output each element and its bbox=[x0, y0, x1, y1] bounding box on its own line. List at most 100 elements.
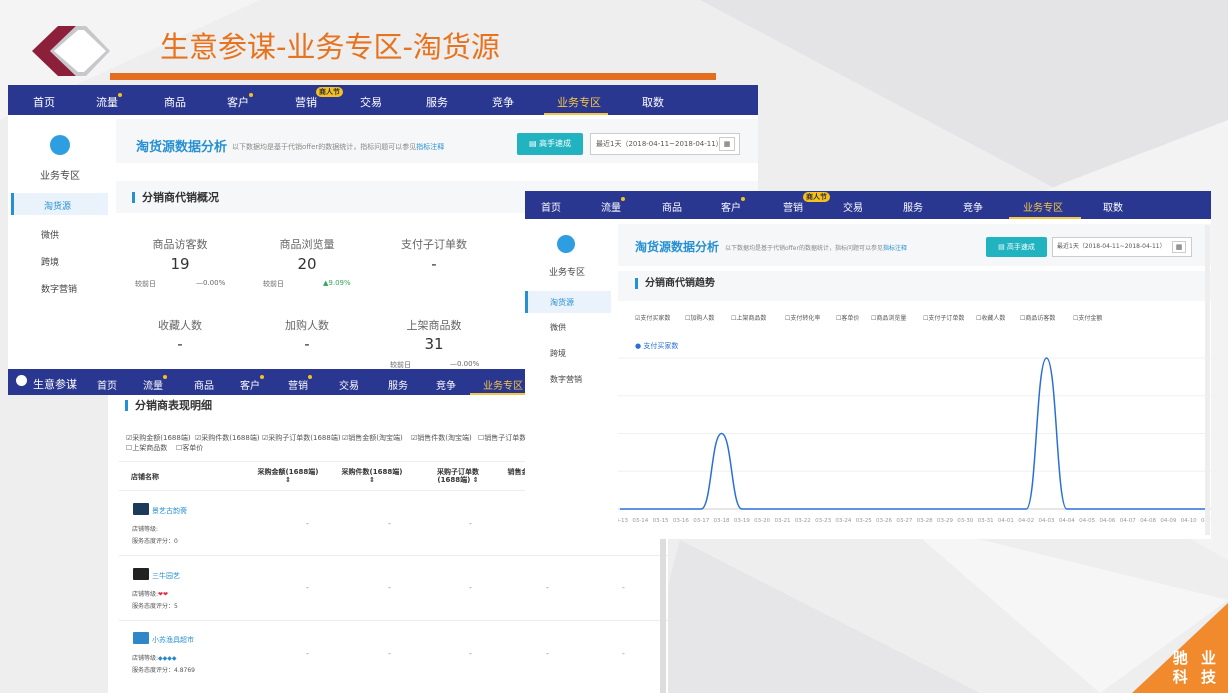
sidebar-item-crossborder[interactable]: 跨境 bbox=[550, 348, 566, 359]
kpi-label: 支付子订单数 bbox=[401, 238, 467, 251]
nav-item-traffic[interactable]: 流量 bbox=[96, 94, 118, 110]
date-range-picker[interactable]: 最近1天（2018-04-11~2018-04-11） bbox=[1052, 237, 1192, 257]
nav-item-goods[interactable]: 商品 bbox=[662, 199, 682, 214]
shop-level: 店铺等级: bbox=[132, 526, 159, 533]
nav-item-competition[interactable]: 竞争 bbox=[436, 377, 456, 392]
sidebar-item-weigong[interactable]: 微供 bbox=[550, 322, 566, 333]
sidebar-item-taohuoyuan[interactable]: 淘货源 bbox=[525, 291, 611, 313]
sidebar-item-digital[interactable]: 数字营销 bbox=[550, 374, 582, 385]
column-header-purchase-orders[interactable]: 采购子订单数(1688端) ⇕ bbox=[426, 468, 490, 484]
table-cell: - bbox=[546, 583, 549, 592]
nav-item-business[interactable]: 业务专区 bbox=[557, 94, 601, 110]
nav-item-trade[interactable]: 交易 bbox=[360, 94, 382, 110]
trend-metric-checkbox[interactable]: ☐商品浏览量 bbox=[871, 313, 906, 322]
trend-metric-checkbox[interactable]: ☐客单价 bbox=[836, 313, 859, 322]
x-tick-label: 03-20 bbox=[754, 518, 770, 524]
title-underline bbox=[110, 73, 716, 80]
nav-item-home[interactable]: 首页 bbox=[97, 377, 117, 392]
metric-checkbox[interactable]: ☑销售金额(淘宝端) bbox=[342, 433, 403, 443]
nav-item-home[interactable]: 首页 bbox=[541, 199, 561, 214]
metric-checkbox[interactable]: ☑销售件数(淘宝端) bbox=[411, 433, 472, 443]
nav-item-marketing[interactable]: 营销 bbox=[288, 377, 308, 392]
nav-item-customer[interactable]: 客户 bbox=[721, 199, 741, 214]
x-tick-label: 03-17 bbox=[693, 518, 709, 524]
sidebar: 业务专区 淘货源 微供 跨境 数字营销 bbox=[525, 219, 611, 539]
nav-item-goods[interactable]: 商品 bbox=[164, 94, 186, 110]
column-header-purchase-amount[interactable]: 采购金额(1688端) ⇕ bbox=[256, 468, 320, 484]
trend-metric-checkbox[interactable]: ☑支付买家数 bbox=[635, 313, 670, 322]
column-header-purchase-qty[interactable]: 采购件数(1688端) ⇕ bbox=[340, 468, 404, 484]
table-cell: - bbox=[306, 649, 309, 658]
nav-item-trade[interactable]: 交易 bbox=[843, 199, 863, 214]
trend-metric-checkbox[interactable]: ☐支付子订单数 bbox=[923, 313, 964, 322]
nav-item-competition[interactable]: 竞争 bbox=[492, 94, 514, 110]
x-tick-label: 03-24 bbox=[835, 518, 851, 524]
kpi-label: 上架商品数 bbox=[406, 319, 462, 332]
quick-start-button[interactable]: ▤ 高手速成 bbox=[517, 133, 583, 155]
logo-icon bbox=[32, 26, 110, 76]
table-cell: - bbox=[469, 583, 472, 592]
quick-start-button[interactable]: ▤ 高手速成 bbox=[986, 237, 1047, 257]
x-tick-label: 03-21 bbox=[774, 518, 790, 524]
x-tick-label: 03-25 bbox=[856, 518, 872, 524]
sidebar-item-digital[interactable]: 数字营销 bbox=[41, 282, 77, 295]
x-tick-label: 04-10 bbox=[1181, 518, 1197, 524]
shop-name-link[interactable]: 三牛园艺 bbox=[152, 571, 180, 581]
trend-metric-checkbox[interactable]: ☐商品访客数 bbox=[1020, 313, 1055, 322]
scrollbar[interactable] bbox=[1205, 225, 1210, 535]
sidebar-item-crossborder[interactable]: 跨境 bbox=[41, 255, 59, 268]
x-tick-label: 03-18 bbox=[714, 518, 730, 524]
nav-item-fetch[interactable]: 取数 bbox=[642, 94, 664, 110]
nav-dot bbox=[163, 375, 167, 379]
nav-item-goods[interactable]: 商品 bbox=[194, 377, 214, 392]
nav-item-customer[interactable]: 客户 bbox=[240, 377, 260, 392]
shop-name-link[interactable]: 小苏渔具超市 bbox=[152, 635, 194, 645]
nav-item-service[interactable]: 服务 bbox=[388, 377, 408, 392]
nav-item-competition[interactable]: 竞争 bbox=[963, 199, 983, 214]
nav-item-service[interactable]: 服务 bbox=[903, 199, 923, 214]
sidebar-gap bbox=[8, 395, 108, 693]
kpi-value: 20 bbox=[297, 255, 317, 273]
sidebar-item-weigong[interactable]: 微供 bbox=[41, 228, 59, 241]
metric-notes-link[interactable]: 指标注释 bbox=[883, 245, 907, 252]
x-tick-label: 04-05 bbox=[1079, 518, 1095, 524]
date-range-picker[interactable]: 最近1天（2018-04-11~2018-04-11） bbox=[590, 133, 740, 155]
nav-item-trade[interactable]: 交易 bbox=[339, 377, 359, 392]
calendar-icon[interactable]: ▦ bbox=[1172, 241, 1186, 253]
detail-title: 分销商表现明细 bbox=[125, 400, 212, 411]
header-note-text: 以下数据均是基于代销offer的数据统计，指标问题可以参见 bbox=[232, 143, 417, 151]
trend-metric-checkbox[interactable]: ☐收藏人数 bbox=[976, 313, 1005, 322]
metric-checkbox[interactable]: ☑采购子订单数(1688端) bbox=[262, 433, 341, 443]
sidebar-item-taohuoyuan[interactable]: 淘货源 bbox=[11, 193, 108, 215]
shop-name-link[interactable]: 景艺古韵斋 bbox=[152, 506, 187, 516]
calendar-icon[interactable]: ▦ bbox=[719, 137, 735, 151]
nav-item-marketing[interactable]: 营销 bbox=[783, 199, 803, 214]
table-cell: - bbox=[388, 583, 391, 592]
metric-checkbox[interactable]: ☐客单价 bbox=[176, 443, 203, 453]
trend-metric-checkbox[interactable]: ☐上架商品数 bbox=[731, 313, 766, 322]
trend-metric-checkbox[interactable]: ☐支付金额 bbox=[1073, 313, 1102, 322]
briefcase-icon bbox=[557, 235, 575, 253]
nav-item-marketing[interactable]: 营销 bbox=[295, 94, 317, 110]
metric-notes-link[interactable]: 指标注释 bbox=[416, 143, 444, 151]
trend-metric-checkbox[interactable]: ☐加购人数 bbox=[685, 313, 714, 322]
table-cell: - bbox=[388, 519, 391, 528]
trend-metric-checkbox[interactable]: ☐支付转化率 bbox=[785, 313, 820, 322]
nav-item-home[interactable]: 首页 bbox=[33, 94, 55, 110]
header-note: 以下数据均是基于代销offer的数据统计，指标问题可以参见指标注释 bbox=[725, 245, 907, 252]
nav-dot bbox=[741, 197, 745, 201]
metric-checkbox[interactable]: ☑采购金额(1688端) bbox=[126, 433, 191, 443]
nav-item-traffic[interactable]: 流量 bbox=[601, 199, 621, 214]
metric-checkbox[interactable]: ☐销售子订单数 bbox=[478, 433, 526, 443]
nav-item-business[interactable]: 业务专区 bbox=[1023, 199, 1063, 214]
nav-item-customer[interactable]: 客户 bbox=[227, 94, 249, 110]
nav-item-traffic[interactable]: 流量 bbox=[143, 377, 163, 392]
shop-score: 服务态度评分：4.8769 bbox=[132, 667, 195, 674]
nav-item-service[interactable]: 服务 bbox=[426, 94, 448, 110]
metric-checkbox[interactable]: ☑采购件数(1688端) bbox=[195, 433, 260, 443]
nav-item-business[interactable]: 业务专区 bbox=[483, 377, 523, 392]
nav-item-fetch[interactable]: 取数 bbox=[1103, 199, 1123, 214]
sidebar: 业务专区 淘货源 微供 跨境 数字营销 bbox=[8, 115, 108, 400]
kpi-value: - bbox=[177, 335, 183, 353]
metric-checkbox[interactable]: ☐上架商品数 bbox=[126, 443, 167, 453]
